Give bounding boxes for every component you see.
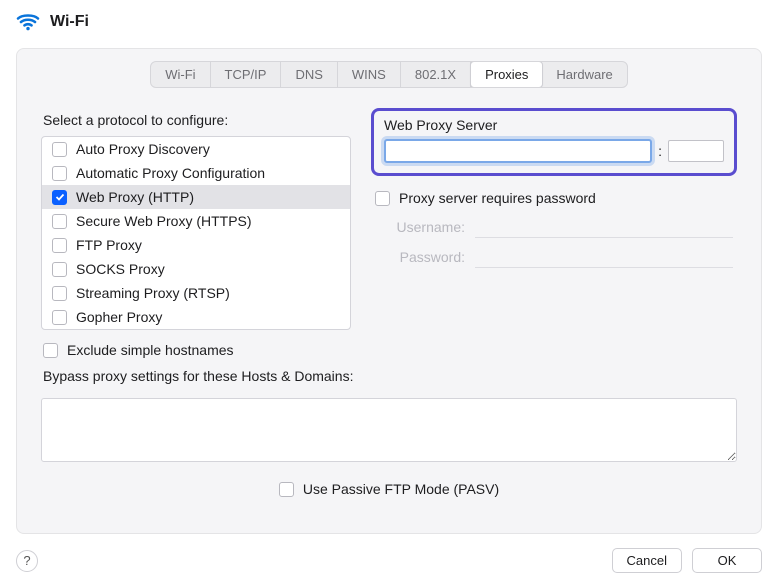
- bypass-label: Bypass proxy settings for these Hosts & …: [43, 368, 735, 384]
- checkbox[interactable]: [279, 482, 294, 497]
- tab-proxies[interactable]: Proxies: [470, 61, 543, 88]
- ok-button[interactable]: OK: [692, 548, 762, 573]
- username-label: Username:: [375, 219, 465, 235]
- window-title-row: Wi-Fi: [0, 0, 778, 42]
- checkbox[interactable]: [52, 238, 67, 253]
- checkbox[interactable]: [52, 166, 67, 181]
- checkbox-checked[interactable]: [52, 190, 67, 205]
- protocol-item-streaming-proxy[interactable]: Streaming Proxy (RTSP): [42, 281, 350, 305]
- password-input[interactable]: [475, 246, 733, 268]
- detail-column: Web Proxy Server : Proxy server requires…: [371, 108, 737, 362]
- username-input[interactable]: [475, 216, 733, 238]
- proxy-port-input[interactable]: [668, 140, 724, 162]
- protocol-item-ftp-proxy[interactable]: FTP Proxy: [42, 233, 350, 257]
- cancel-button[interactable]: Cancel: [612, 548, 682, 573]
- settings-panel: Wi-Fi TCP/IP DNS WINS 802.1X Proxies Har…: [16, 48, 762, 534]
- checkbox[interactable]: [52, 142, 67, 157]
- checkbox[interactable]: [52, 310, 67, 325]
- protocol-item-gopher-proxy[interactable]: Gopher Proxy: [42, 305, 350, 329]
- protocol-list: Auto Proxy Discovery Automatic Proxy Con…: [41, 136, 351, 330]
- checkbox[interactable]: [375, 191, 390, 206]
- tab-wins[interactable]: WINS: [338, 62, 401, 87]
- exclude-label: Exclude simple hostnames: [67, 342, 234, 358]
- protocol-item-label: Auto Proxy Discovery: [76, 141, 210, 157]
- requires-password-label: Proxy server requires password: [399, 190, 596, 206]
- wifi-icon: [16, 10, 40, 34]
- password-row: Password:: [375, 246, 733, 268]
- checkbox[interactable]: [52, 214, 67, 229]
- passive-ftp-label: Use Passive FTP Mode (PASV): [303, 481, 499, 497]
- username-row: Username:: [375, 216, 733, 238]
- bypass-section: Bypass proxy settings for these Hosts & …: [31, 368, 747, 465]
- footer: ? Cancel OK: [16, 548, 762, 573]
- web-proxy-server-label: Web Proxy Server: [384, 117, 724, 133]
- protocol-item-label: Gopher Proxy: [76, 309, 162, 325]
- tab-8021x[interactable]: 802.1X: [401, 62, 471, 87]
- protocol-item-auto-config[interactable]: Automatic Proxy Configuration: [42, 161, 350, 185]
- protocol-item-label: Secure Web Proxy (HTTPS): [76, 213, 252, 229]
- passive-ftp-row[interactable]: Use Passive FTP Mode (PASV): [31, 481, 747, 497]
- checkbox[interactable]: [43, 343, 58, 358]
- tab-tcpip[interactable]: TCP/IP: [211, 62, 282, 87]
- protocol-item-secure-web-proxy[interactable]: Secure Web Proxy (HTTPS): [42, 209, 350, 233]
- bypass-textarea[interactable]: [41, 398, 737, 462]
- tab-hardware[interactable]: Hardware: [542, 62, 626, 87]
- requires-password-row[interactable]: Proxy server requires password: [375, 190, 733, 206]
- protocol-item-socks-proxy[interactable]: SOCKS Proxy: [42, 257, 350, 281]
- protocol-item-web-proxy[interactable]: Web Proxy (HTTP): [42, 185, 350, 209]
- password-label: Password:: [375, 249, 465, 265]
- protocol-item-label: Web Proxy (HTTP): [76, 189, 194, 205]
- checkbox[interactable]: [52, 286, 67, 301]
- proxy-server-input[interactable]: [384, 139, 652, 163]
- protocol-column: Select a protocol to configure: Auto Pro…: [41, 108, 351, 362]
- port-separator: :: [658, 143, 662, 159]
- protocol-item-label: SOCKS Proxy: [76, 261, 165, 277]
- protocol-item-label: Streaming Proxy (RTSP): [76, 285, 230, 301]
- protocol-item-label: FTP Proxy: [76, 237, 142, 253]
- help-button[interactable]: ?: [16, 550, 38, 572]
- window-title: Wi-Fi: [50, 13, 89, 31]
- protocol-label: Select a protocol to configure:: [43, 112, 349, 128]
- exclude-simple-hostnames-row[interactable]: Exclude simple hostnames: [41, 330, 351, 362]
- checkbox[interactable]: [52, 262, 67, 277]
- protocol-item-label: Automatic Proxy Configuration: [76, 165, 265, 181]
- tab-bar: Wi-Fi TCP/IP DNS WINS 802.1X Proxies Har…: [150, 61, 628, 88]
- protocol-item-auto-discovery[interactable]: Auto Proxy Discovery: [42, 137, 350, 161]
- tab-wifi[interactable]: Wi-Fi: [151, 62, 210, 87]
- web-proxy-server-highlight: Web Proxy Server :: [371, 108, 737, 176]
- tab-dns[interactable]: DNS: [281, 62, 337, 87]
